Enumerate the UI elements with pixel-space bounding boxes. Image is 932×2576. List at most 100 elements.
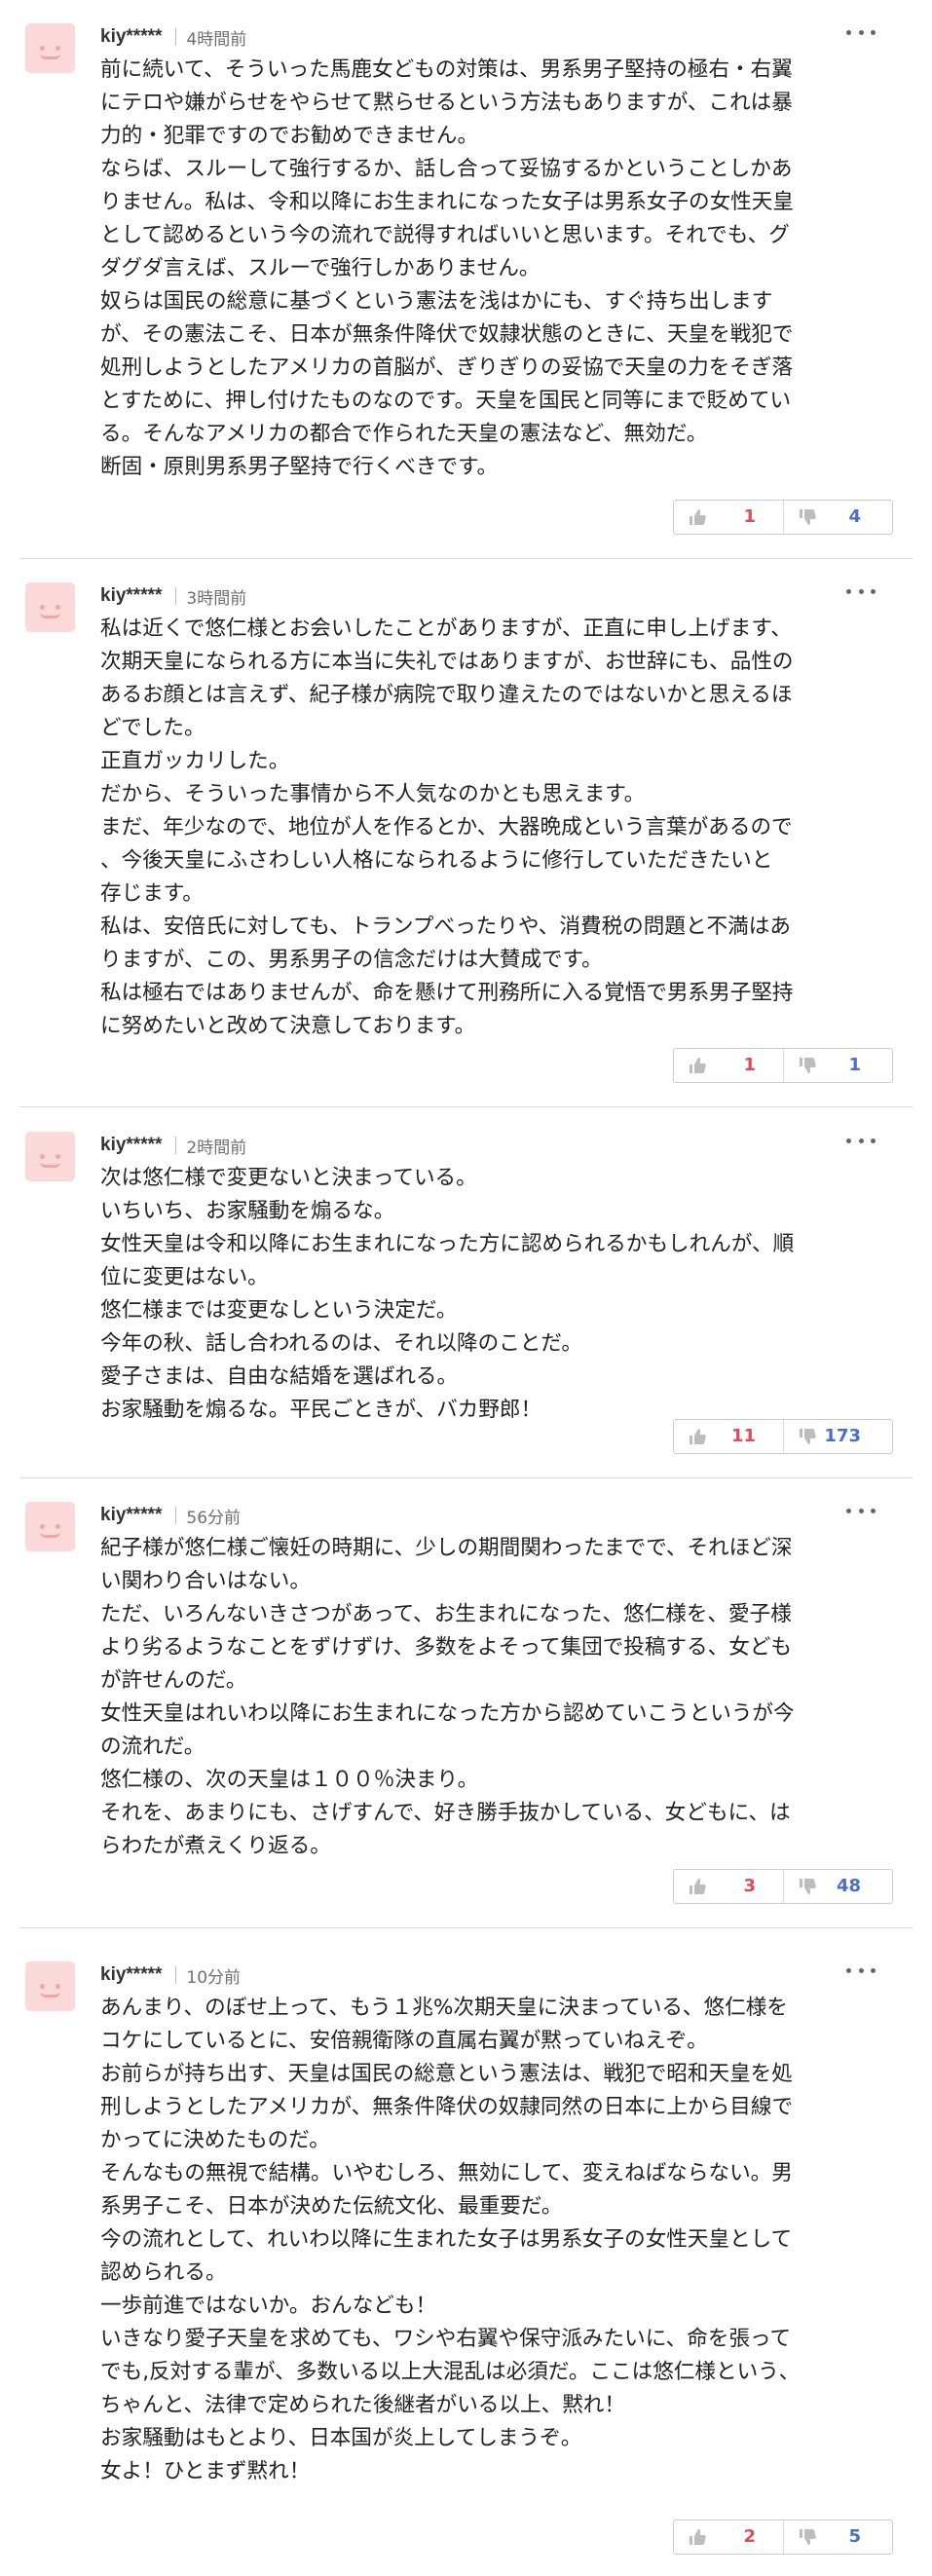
comment-text-line: 次は悠仁様で変更ないと決まっている。 xyxy=(100,1166,477,1190)
comment-body: 次は悠仁様で変更ないと決まっている。 いちいち、お家騒動を煽るな。 女性天皇は令和以… xyxy=(100,1162,884,1427)
comment-body: 私は近くで悠仁様とお会いしたことがありますが、正直に申し上げます、 次期天皇になら… xyxy=(100,613,884,1043)
avatar[interactable] xyxy=(25,582,75,632)
avatar-eye xyxy=(40,605,45,610)
comment-header: kiy***** 10分前 xyxy=(100,1961,241,1989)
comment-text-line: いちいち、お家騒動を煽るな。 xyxy=(100,1199,395,1223)
comment-text-line: 私は極右ではありませんが、命を懸けて刑務所に入る覚悟で男系男子堅持 xyxy=(100,981,794,1005)
comment-text-line: りますが、この、男系男子の信念だけは大賛成です。 xyxy=(100,948,603,972)
comment-header: kiy***** 4時間前 xyxy=(100,23,246,51)
avatar-eye xyxy=(56,1524,60,1529)
comment-text-line: 前に続いて、そういった馬鹿女どもの対策は、男系男子堅持の極右・右翼 xyxy=(100,57,793,82)
comment-text-line: でも,反対する輩が、多数いる以上大混乱は必須だ。ここは悠仁様という、 xyxy=(100,2360,801,2384)
like-button[interactable]: 2 xyxy=(674,2520,783,2554)
like-button[interactable]: 1 xyxy=(674,1049,783,1082)
comment-text-line: にテロや嫌がらせをやらせて黙らせるという方法もありますが、これは暴 xyxy=(100,91,793,115)
avatar-mouth xyxy=(40,1532,60,1538)
comment-text-line: だから、そういった事情から不人気なのかとも思えます。 xyxy=(100,782,646,806)
comment-text-line: かってに決めたものだ。 xyxy=(100,2128,330,2152)
dislike-button[interactable]: 4 xyxy=(783,501,892,534)
comment-text-line: それを、あまりにも、さげすんで、好き勝手抜かしている、女どもに、は xyxy=(100,1801,791,1825)
more-options-icon[interactable] xyxy=(846,24,876,40)
comment-list: kiy***** 4時間前 前に続いて、そういった馬鹿女どもの対策は、男系男子堅… xyxy=(0,0,932,2576)
comment-text-line: 女性天皇はれいわ以降にお生まれになった方から認めていこうというが今 xyxy=(100,1701,795,1726)
comment-item: kiy***** 2時間前 次は悠仁様で変更ないと決まっている。 いちいち、お家騒… xyxy=(0,1108,932,1477)
comment-timestamp: 10分前 xyxy=(186,1967,242,1988)
comment-text-line: お前らが持ち出す、天皇は国民の総意という憲法は、戦犯で昭和天皇を処 xyxy=(100,2062,793,2086)
comment-author[interactable]: kiy***** xyxy=(100,1135,162,1156)
vote-bar: 3 48 xyxy=(673,1869,893,1904)
like-count: 1 xyxy=(743,506,756,527)
dislike-button[interactable]: 173 xyxy=(783,1420,892,1453)
comment-text-line: ただ、いろんないきさつがあって、お生まれになった、悠仁様を、愛子様 xyxy=(100,1602,792,1626)
dislike-count: 5 xyxy=(848,2526,861,2547)
comment-header: kiy***** 3時間前 xyxy=(100,582,246,610)
comment-text-line: らわたが煮えくり返る。 xyxy=(100,1834,331,1858)
comment-text-line: 系男子こそ、日本が決めた伝統文化、最重要だ。 xyxy=(100,2194,563,2219)
comment-author[interactable]: kiy***** xyxy=(100,585,162,607)
dislike-button[interactable]: 48 xyxy=(783,1870,892,1903)
comment-timestamp: 2時間前 xyxy=(186,1138,247,1158)
dislike-button[interactable]: 1 xyxy=(783,1049,892,1082)
comment-author[interactable]: kiy***** xyxy=(100,26,162,48)
more-options-icon[interactable] xyxy=(846,1133,876,1148)
comment-header: kiy***** 2時間前 xyxy=(100,1132,246,1159)
comment-body: 紀子様が悠仁様ご懐妊の時期に、少しの期間関わったまでで、それほど深 い関わり合いは… xyxy=(100,1532,884,1863)
like-button[interactable]: 11 xyxy=(674,1420,783,1453)
comment-text-line: そんなもの無視で結構。いやむしろ、無効にして、変えねばならない。男 xyxy=(100,2161,793,2185)
dislike-button[interactable]: 5 xyxy=(783,2520,892,2554)
avatar-mouth xyxy=(40,54,60,59)
comment-item: kiy***** 3時間前 私は近くで悠仁様とお会いしたことがありますが、正直に… xyxy=(0,559,932,1106)
avatar-eye xyxy=(40,1154,45,1159)
comment-text-line: とすために、押し付けたものなのです。天皇を国民と同等にまで貶めてい xyxy=(100,389,792,413)
avatar-mouth xyxy=(40,1992,60,1997)
more-options-icon[interactable] xyxy=(846,583,876,599)
avatar-mouth xyxy=(40,1162,60,1168)
avatar[interactable] xyxy=(25,1961,75,2011)
comment-divider xyxy=(19,1927,913,1928)
comment-text-line: 一歩前進ではないか。おんなども！ xyxy=(100,2294,437,2318)
comment-text-line: どでした。 xyxy=(100,716,205,740)
comment-text-line: コケにしているとに、安倍親衛隊の直属右翼が黙っていねえぞ。 xyxy=(100,2029,708,2053)
vote-bar: 1 4 xyxy=(673,500,893,535)
comment-text-line: が、その憲法こそ、日本が無条件降伏で奴隷状態のときに、天皇を戦犯で xyxy=(100,322,794,347)
comment-text-line: 認められる。 xyxy=(100,2260,227,2285)
comment-author[interactable]: kiy***** xyxy=(100,1505,162,1526)
like-button[interactable]: 1 xyxy=(674,501,783,534)
comment-text-line: いきなり愛子天皇を求めても、ワシや右翼や保守派みたいに、命を張って xyxy=(100,2327,792,2351)
comment-text-line: に努めたいと改めて決意しております。 xyxy=(100,1014,476,1038)
like-count: 3 xyxy=(743,1876,756,1896)
more-options-icon[interactable] xyxy=(846,1503,876,1518)
comment-text-line: ダグダ言えば、スルーで強行しかありません。 xyxy=(100,256,541,280)
comment-text-line: 力的・犯罪ですのでお勧めできません。 xyxy=(100,124,479,148)
avatar[interactable] xyxy=(25,23,75,73)
header-divider xyxy=(175,28,177,46)
vote-bar: 11 173 xyxy=(673,1419,893,1454)
like-count: 1 xyxy=(743,1055,756,1075)
comment-text-line: 愛子さまは、自由な結婚を選ばれる。 xyxy=(100,1364,459,1389)
avatar[interactable] xyxy=(25,1132,75,1181)
comment-text-line: 紀子様が悠仁様ご懐妊の時期に、少しの期間関わったまでで、それほど深 xyxy=(100,1536,793,1560)
comment-text-line: 悠仁様の、次の天皇は１００％決まり。 xyxy=(100,1768,479,1792)
comment-text-line: 今年の秋、話し合われるのは、それ以降のことだ。 xyxy=(100,1331,582,1356)
comment-text-line: より劣るようなことをずけずけ、多数をよそって集団で投稿する、女ども xyxy=(100,1635,793,1660)
comment-timestamp: 56分前 xyxy=(186,1508,242,1528)
avatar-eye xyxy=(40,46,45,51)
dislike-count: 1 xyxy=(848,1055,861,1075)
avatar-eye xyxy=(56,1154,60,1159)
comment-text-line: あんまり、のぼせ上って、もう１兆%次期天皇に決まっている、悠仁様を xyxy=(100,1996,788,2020)
comment-text-line: あるお顔とは言えず、紀子様が病院で取り違えたのではないかと思えるほ xyxy=(100,683,793,707)
like-button[interactable]: 3 xyxy=(674,1870,783,1903)
comment-text-line: 、今後天皇にふさわしい人格になられるように修行していただきたいと xyxy=(100,848,773,873)
comment-text-line: 次期天皇になられる方に本当に失礼ではありますが、お世辞にも、品性の xyxy=(100,650,794,674)
comment-text-line: 刑しようとしたアメリカが、無条件降伏の奴隷同然の日本に上から目線で xyxy=(100,2095,794,2119)
vote-bar: 2 5 xyxy=(673,2520,893,2555)
dislike-count: 48 xyxy=(836,1876,861,1896)
avatar[interactable] xyxy=(25,1502,75,1551)
comment-text-line: 悠仁様までは変更なしという決定だ。 xyxy=(100,1298,458,1323)
comment-text-line: 処刑しようとしたアメリカの首脳が、ぎりぎりの妥協で天皇の力をそぎ落 xyxy=(100,355,794,380)
comment-text-line: 断固・原則男系男子堅持で行くべきです。 xyxy=(100,455,499,479)
comment-header: kiy***** 56分前 xyxy=(100,1502,241,1529)
more-options-icon[interactable] xyxy=(846,1962,876,1978)
comment-author[interactable]: kiy***** xyxy=(100,1964,162,1986)
comment-item: kiy***** 56分前 紀子様が悠仁様ご懐妊の時期に、少しの期間関わったまで… xyxy=(0,1478,932,1927)
